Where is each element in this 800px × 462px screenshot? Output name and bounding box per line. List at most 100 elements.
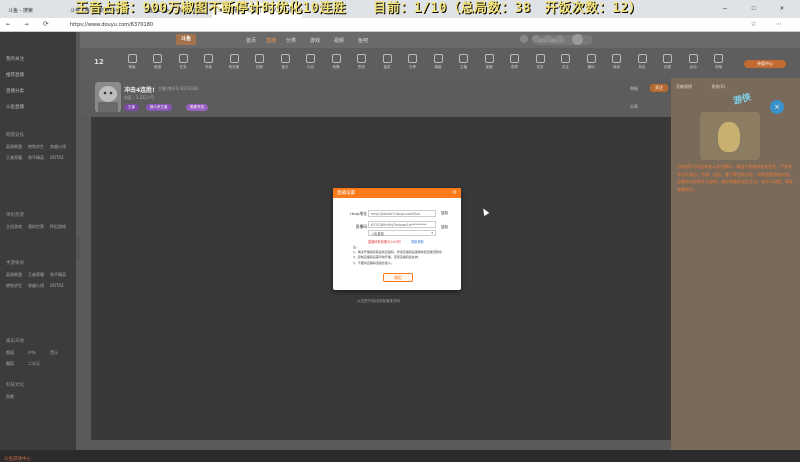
feature-item[interactable]: 鱼丸 <box>271 54 299 70</box>
helper-link[interactable]: 从这里开始找到直播推流码 <box>357 299 400 304</box>
sidebar-category[interactable]: DOTA2 <box>50 155 72 161</box>
follow-icon[interactable] <box>532 35 540 43</box>
tab-contribution[interactable]: 贡献周榜 <box>676 84 692 89</box>
close-icon[interactable]: × <box>452 189 457 196</box>
feature-item[interactable]: 钻粉 <box>246 54 274 70</box>
room-tag[interactable]: 美食节目 <box>186 104 208 111</box>
feature-icon <box>331 54 341 63</box>
feature-item[interactable]: 勋章 <box>501 54 529 70</box>
room-tag[interactable]: 狼人杀王者 <box>146 104 172 111</box>
stream-settings-dialog: 直播设置 × rtmp地址 rtmp://sendtc3.douyu.com/l… <box>333 188 461 290</box>
feature-item[interactable]: 礼包 <box>297 54 325 70</box>
feature-item[interactable]: 背包 <box>628 54 656 70</box>
sidebar-item[interactable]: 斗鱼直播 <box>6 104 24 110</box>
follow-button[interactable]: 关注 <box>650 84 668 92</box>
nav-item-video[interactable]: 视频 <box>334 37 344 44</box>
stream-key-field[interactable]: 6370180rh9hj7ecbzwr1a********** <box>368 221 436 228</box>
feature-item[interactable]: 弹幕 <box>424 54 452 70</box>
feature-item[interactable]: 分享 <box>399 54 427 70</box>
sidebar-category[interactable]: 音乐 <box>50 350 72 356</box>
sidebar-collapse-handle[interactable] <box>76 237 80 259</box>
feature-icon <box>255 54 264 63</box>
feature-item[interactable]: 鱼翅 <box>144 54 172 70</box>
copy-key-button[interactable]: 复制 <box>441 225 448 230</box>
sidebar-category[interactable]: 英雄联盟 <box>6 144 28 150</box>
sidebar-category[interactable]: 我的世界 <box>28 224 50 230</box>
feature-item[interactable]: 任务 <box>169 54 197 70</box>
feature-item[interactable]: 攻略 <box>705 54 733 70</box>
user-avatar-icon[interactable] <box>572 34 583 45</box>
copy-rtmp-button[interactable]: 复制 <box>441 211 448 216</box>
sidebar-category[interactable]: 鱼教 <box>6 394 28 400</box>
feature-item[interactable]: 福利 <box>577 54 605 70</box>
sidebar-category[interactable]: 和平精英 <box>28 155 50 161</box>
feature-label: 主播 <box>460 65 467 69</box>
feature-item[interactable]: 关注 <box>552 54 580 70</box>
nav-item-live[interactable]: 直播 <box>266 37 276 44</box>
feature-icon <box>535 54 545 63</box>
tab-vip[interactable]: 贵宾(0) <box>711 84 725 89</box>
regenerate-link[interactable]: 重新获取 <box>411 239 424 244</box>
feature-item[interactable]: 签到 <box>348 54 376 70</box>
sidebar-category[interactable]: 颜值 <box>6 350 28 356</box>
feature-label: 设置 <box>664 65 671 69</box>
sidebar-bottom-link[interactable]: 斗鱼游戏中心 <box>4 456 31 462</box>
sidebar-category[interactable]: 户外 <box>28 350 50 356</box>
sidebar-category[interactable]: 英雄联盟 <box>6 272 28 278</box>
feature-item[interactable]: 发言 <box>526 54 554 70</box>
window-controls[interactable]: — ☐ ✕ <box>723 4 794 12</box>
feature-item[interactable]: 商城 <box>603 54 631 70</box>
sidebar-category[interactable]: 穿越火线 <box>28 283 50 289</box>
user-level-badge: 12 <box>94 58 104 66</box>
browser-toolbar-icons[interactable]: ☆ ⋯ <box>750 20 790 28</box>
site-logo[interactable]: 斗鱼 <box>176 34 196 45</box>
sidebar-category[interactable]: 怀旧游戏 <box>50 224 72 230</box>
url-field[interactable]: https://www.douyu.com/6370180 <box>70 22 153 28</box>
browser-tab[interactable]: 斗鱼 - 搜索 <box>2 3 62 18</box>
sidebar-category[interactable]: 穿越火线 <box>50 144 72 150</box>
recharge-button[interactable]: 充值中心 <box>744 60 786 68</box>
report-link[interactable]: 举报 <box>630 86 638 92</box>
sidebar-item[interactable]: 我的关注 <box>6 56 24 62</box>
feature-item[interactable]: 贵族 <box>195 54 223 70</box>
sidebar-category[interactable]: 绝地求生 <box>28 144 50 150</box>
system-notice: [系统提示]欢迎来到斗鱼直播间，请遵守直播间相关规定，严禁发布涉及政治、色情、低… <box>677 164 793 192</box>
confirm-button[interactable]: 确定 <box>383 273 413 282</box>
share-link[interactable]: 分享 <box>630 104 638 110</box>
sidebar-category[interactable]: 绝地求生 <box>6 283 28 289</box>
stream-overlay-text: 王音占播：900万椒图不断停计时优化10连胜 目前：1/10（总局数：38 开饭… <box>75 1 643 16</box>
sidebar-category[interactable]: 舞蹈 <box>6 361 28 367</box>
avatar-illustration-icon <box>95 82 121 112</box>
feature-item[interactable]: 活动 <box>679 54 707 70</box>
feature-item[interactable]: 主播 <box>450 54 478 70</box>
nav-item-yuba[interactable]: 鱼吧 <box>358 37 368 44</box>
nav-item-category[interactable]: 分类 <box>286 37 296 44</box>
line-select[interactable]: 斗鱼直播 ▾ <box>368 230 436 236</box>
feature-item[interactable]: 竞猜 <box>322 54 350 70</box>
nav-buttons-icon[interactable]: ← → ⟳ <box>6 20 54 28</box>
sidebar-category[interactable]: 王者荣耀 <box>28 272 50 278</box>
sidebar-item[interactable]: 直播分类 <box>6 88 24 94</box>
sidebar-category[interactable]: 二次元 <box>28 361 50 367</box>
rtmp-url-field[interactable]: rtmp://sendtc3.douyu.com/live <box>368 210 436 217</box>
sidebar-category[interactable]: 和平精英 <box>50 272 72 278</box>
history-icon[interactable] <box>520 35 528 43</box>
feature-item[interactable]: 设置 <box>654 54 682 70</box>
feature-item[interactable]: 抽奖 <box>373 54 401 70</box>
sidebar-category[interactable]: 主机游戏 <box>6 224 28 230</box>
download-icon[interactable] <box>544 35 552 43</box>
left-sidebar: 我的关注 推荐直播 直播分类 斗鱼直播 网游竞技 英雄联盟 绝地求生 穿越火线 … <box>0 32 76 462</box>
streamer-avatar[interactable] <box>95 82 121 112</box>
sidebar-item[interactable]: 推荐直播 <box>6 72 24 78</box>
close-icon[interactable]: × <box>770 100 784 114</box>
sidebar-category[interactable]: 王者荣耀 <box>6 155 28 161</box>
feature-item[interactable]: 宝箱 <box>475 54 503 70</box>
room-tag[interactable]: 王者 <box>124 104 139 111</box>
feature-label: 抽奖 <box>383 65 391 69</box>
nav-item-home[interactable]: 首页 <box>246 37 256 44</box>
nav-item-games[interactable]: 游戏 <box>310 37 320 44</box>
sidebar-category[interactable]: DOTA2 <box>50 283 72 289</box>
message-icon[interactable] <box>556 35 564 43</box>
feature-item[interactable]: 粉丝团 <box>220 54 248 70</box>
feature-item[interactable]: 等级 <box>118 54 146 70</box>
